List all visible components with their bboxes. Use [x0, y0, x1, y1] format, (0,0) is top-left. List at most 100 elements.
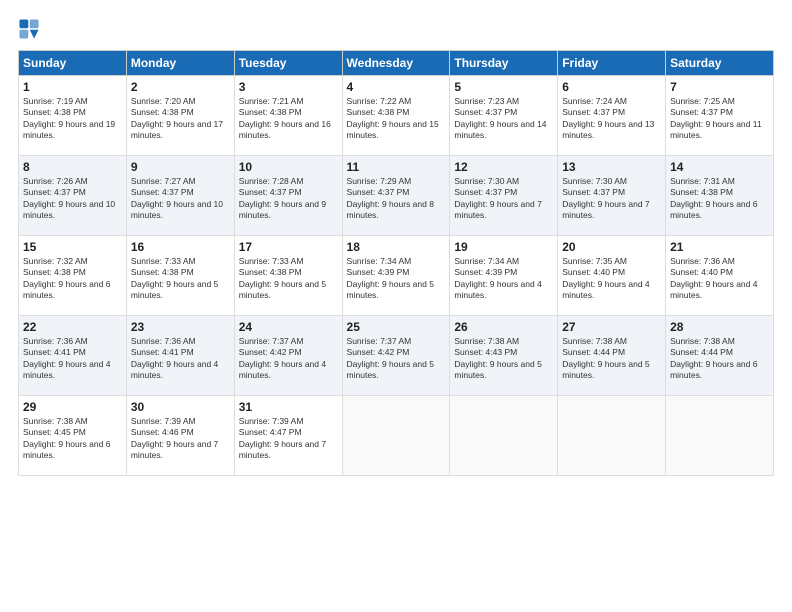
- cell-details: Sunrise: 7:30 AMSunset: 4:37 PMDaylight:…: [454, 176, 553, 222]
- cell-details: Sunrise: 7:36 AMSunset: 4:40 PMDaylight:…: [670, 256, 769, 302]
- calendar-cell: 28 Sunrise: 7:38 AMSunset: 4:44 PMDayligh…: [666, 316, 774, 396]
- calendar-cell: 14Sunrise: 7:31 AMSunset: 4:38 PMDayligh…: [666, 156, 774, 236]
- day-number: 29: [23, 400, 122, 414]
- day-number: 11: [347, 160, 446, 174]
- cell-details: Sunrise: 7:25 AMSunset: 4:37 PMDaylight:…: [670, 96, 769, 142]
- calendar-cell: 4 Sunrise: 7:22 AMSunset: 4:38 PMDaylight…: [342, 76, 450, 156]
- cell-details: Sunrise: 7:33 AMSunset: 4:38 PMDaylight:…: [239, 256, 338, 302]
- calendar-cell: [450, 396, 558, 476]
- calendar-cell: 18 Sunrise: 7:34 AMSunset: 4:39 PMDayligh…: [342, 236, 450, 316]
- week-row: 22 Sunrise: 7:36 AMSunset: 4:41 PMDayligh…: [19, 316, 774, 396]
- calendar-cell: 12 Sunrise: 7:30 AMSunset: 4:37 PMDayligh…: [450, 156, 558, 236]
- cell-details: Sunrise: 7:38 AMSunset: 4:44 PMDaylight:…: [562, 336, 661, 382]
- calendar-cell: 2Sunrise: 7:20 AMSunset: 4:38 PMDaylight…: [126, 76, 234, 156]
- day-number: 22: [23, 320, 122, 334]
- calendar-cell: 16 Sunrise: 7:33 AMSunset: 4:38 PMDayligh…: [126, 236, 234, 316]
- cell-details: Sunrise: 7:19 AMSunset: 4:38 PMDaylight:…: [23, 96, 122, 142]
- cell-details: Sunrise: 7:36 AMSunset: 4:41 PMDaylight:…: [23, 336, 122, 382]
- cell-details: Sunrise: 7:37 AMSunset: 4:42 PMDaylight:…: [239, 336, 338, 382]
- calendar-cell: 10 Sunrise: 7:28 AMSunset: 4:37 PMDayligh…: [234, 156, 342, 236]
- cell-details: Sunrise: 7:32 AMSunset: 4:38 PMDaylight:…: [23, 256, 122, 302]
- cell-details: Sunrise: 7:24 AMSunset: 4:37 PMDaylight:…: [562, 96, 661, 142]
- cell-details: Sunrise: 7:33 AMSunset: 4:38 PMDaylight:…: [131, 256, 230, 302]
- cell-details: Sunrise: 7:34 AMSunset: 4:39 PMDaylight:…: [454, 256, 553, 302]
- col-header-sunday: Sunday: [19, 51, 127, 76]
- logo-icon: [18, 18, 40, 40]
- cell-details: Sunrise: 7:38 AMSunset: 4:44 PMDaylight:…: [670, 336, 769, 382]
- calendar-page: SundayMondayTuesdayWednesdayThursdayFrid…: [0, 0, 792, 612]
- calendar-cell: [666, 396, 774, 476]
- day-number: 19: [454, 240, 553, 254]
- calendar-cell: 30Sunrise: 7:39 AMSunset: 4:46 PMDayligh…: [126, 396, 234, 476]
- calendar-cell: 27Sunrise: 7:38 AMSunset: 4:44 PMDayligh…: [558, 316, 666, 396]
- calendar-cell: 22 Sunrise: 7:36 AMSunset: 4:41 PMDayligh…: [19, 316, 127, 396]
- day-number: 25: [347, 320, 446, 334]
- day-number: 5: [454, 80, 553, 94]
- day-number: 16: [131, 240, 230, 254]
- calendar-cell: 9Sunrise: 7:27 AMSunset: 4:37 PMDaylight…: [126, 156, 234, 236]
- day-number: 31: [239, 400, 338, 414]
- day-number: 15: [23, 240, 122, 254]
- calendar-cell: 19 Sunrise: 7:34 AMSunset: 4:39 PMDayligh…: [450, 236, 558, 316]
- col-header-tuesday: Tuesday: [234, 51, 342, 76]
- cell-details: Sunrise: 7:26 AMSunset: 4:37 PMDaylight:…: [23, 176, 122, 222]
- col-header-friday: Friday: [558, 51, 666, 76]
- cell-details: Sunrise: 7:22 AMSunset: 4:38 PMDaylight:…: [347, 96, 446, 142]
- calendar-cell: 26 Sunrise: 7:38 AMSunset: 4:43 PMDayligh…: [450, 316, 558, 396]
- day-number: 20: [562, 240, 661, 254]
- day-number: 4: [347, 80, 446, 94]
- col-header-wednesday: Wednesday: [342, 51, 450, 76]
- calendar-cell: 7Sunrise: 7:25 AMSunset: 4:37 PMDaylight…: [666, 76, 774, 156]
- calendar-cell: [558, 396, 666, 476]
- day-number: 13: [562, 160, 661, 174]
- week-row: 29 Sunrise: 7:38 AMSunset: 4:45 PMDayligh…: [19, 396, 774, 476]
- page-header: [18, 18, 774, 40]
- calendar-cell: 6Sunrise: 7:24 AMSunset: 4:37 PMDaylight…: [558, 76, 666, 156]
- cell-details: Sunrise: 7:39 AMSunset: 4:47 PMDaylight:…: [239, 416, 338, 462]
- calendar-cell: 8 Sunrise: 7:26 AMSunset: 4:37 PMDaylight…: [19, 156, 127, 236]
- day-number: 24: [239, 320, 338, 334]
- day-number: 3: [239, 80, 338, 94]
- cell-details: Sunrise: 7:37 AMSunset: 4:42 PMDaylight:…: [347, 336, 446, 382]
- cell-details: Sunrise: 7:38 AMSunset: 4:45 PMDaylight:…: [23, 416, 122, 462]
- calendar-cell: 3 Sunrise: 7:21 AMSunset: 4:38 PMDaylight…: [234, 76, 342, 156]
- week-row: 15 Sunrise: 7:32 AMSunset: 4:38 PMDayligh…: [19, 236, 774, 316]
- cell-details: Sunrise: 7:29 AMSunset: 4:37 PMDaylight:…: [347, 176, 446, 222]
- cell-details: Sunrise: 7:38 AMSunset: 4:43 PMDaylight:…: [454, 336, 553, 382]
- cell-details: Sunrise: 7:21 AMSunset: 4:38 PMDaylight:…: [239, 96, 338, 142]
- calendar-cell: 24 Sunrise: 7:37 AMSunset: 4:42 PMDayligh…: [234, 316, 342, 396]
- calendar-cell: 31 Sunrise: 7:39 AMSunset: 4:47 PMDayligh…: [234, 396, 342, 476]
- day-number: 26: [454, 320, 553, 334]
- day-number: 10: [239, 160, 338, 174]
- calendar-cell: 15 Sunrise: 7:32 AMSunset: 4:38 PMDayligh…: [19, 236, 127, 316]
- cell-details: Sunrise: 7:28 AMSunset: 4:37 PMDaylight:…: [239, 176, 338, 222]
- calendar-cell: 29 Sunrise: 7:38 AMSunset: 4:45 PMDayligh…: [19, 396, 127, 476]
- calendar-cell: 25 Sunrise: 7:37 AMSunset: 4:42 PMDayligh…: [342, 316, 450, 396]
- calendar-cell: 21 Sunrise: 7:36 AMSunset: 4:40 PMDayligh…: [666, 236, 774, 316]
- day-number: 8: [23, 160, 122, 174]
- col-header-thursday: Thursday: [450, 51, 558, 76]
- calendar-cell: 1Sunrise: 7:19 AMSunset: 4:38 PMDaylight…: [19, 76, 127, 156]
- calendar-cell: 23Sunrise: 7:36 AMSunset: 4:41 PMDayligh…: [126, 316, 234, 396]
- day-number: 14: [670, 160, 769, 174]
- cell-details: Sunrise: 7:23 AMSunset: 4:37 PMDaylight:…: [454, 96, 553, 142]
- col-header-monday: Monday: [126, 51, 234, 76]
- cell-details: Sunrise: 7:27 AMSunset: 4:37 PMDaylight:…: [131, 176, 230, 222]
- day-number: 12: [454, 160, 553, 174]
- calendar-cell: 5 Sunrise: 7:23 AMSunset: 4:37 PMDaylight…: [450, 76, 558, 156]
- day-number: 23: [131, 320, 230, 334]
- day-number: 21: [670, 240, 769, 254]
- cell-details: Sunrise: 7:34 AMSunset: 4:39 PMDaylight:…: [347, 256, 446, 302]
- header-row: SundayMondayTuesdayWednesdayThursdayFrid…: [19, 51, 774, 76]
- cell-details: Sunrise: 7:30 AMSunset: 4:37 PMDaylight:…: [562, 176, 661, 222]
- logo: [18, 18, 42, 40]
- week-row: 1Sunrise: 7:19 AMSunset: 4:38 PMDaylight…: [19, 76, 774, 156]
- day-number: 17: [239, 240, 338, 254]
- day-number: 30: [131, 400, 230, 414]
- calendar-cell: 11 Sunrise: 7:29 AMSunset: 4:37 PMDayligh…: [342, 156, 450, 236]
- day-number: 18: [347, 240, 446, 254]
- calendar-cell: 17 Sunrise: 7:33 AMSunset: 4:38 PMDayligh…: [234, 236, 342, 316]
- col-header-saturday: Saturday: [666, 51, 774, 76]
- calendar-table: SundayMondayTuesdayWednesdayThursdayFrid…: [18, 50, 774, 476]
- day-number: 28: [670, 320, 769, 334]
